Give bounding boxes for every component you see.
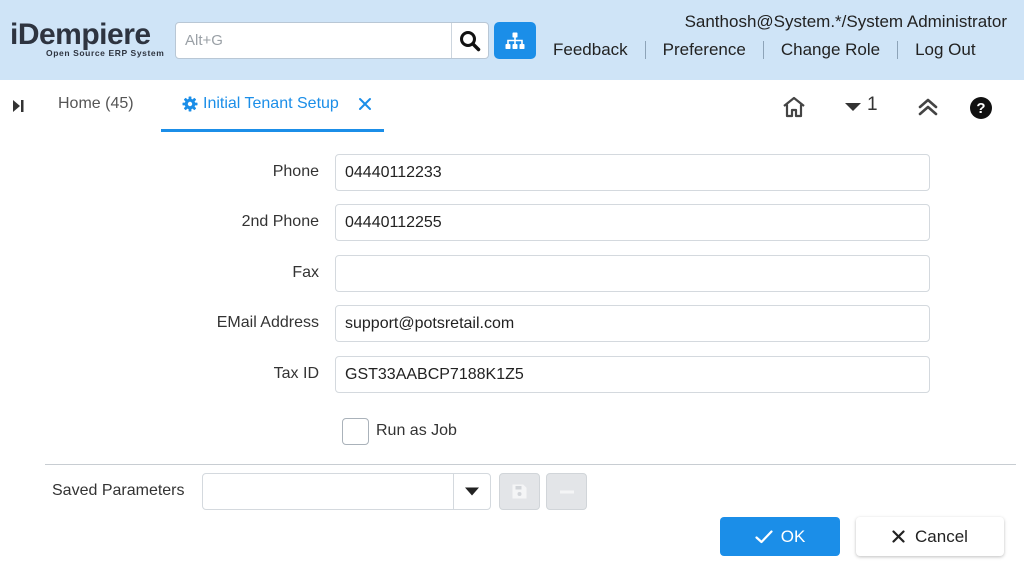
field-label: Tax ID [273, 365, 319, 382]
form-row-email: EMail Address support@potsretail.com [0, 305, 1024, 343]
tree-icon [505, 32, 525, 49]
delete-parameters-button[interactable] [546, 473, 587, 510]
form-row-fax: Fax [0, 255, 1024, 293]
logo-text: iDempiere [10, 18, 151, 51]
tab-label: Initial Tenant Setup [203, 95, 339, 112]
app-header: iDempiere Open Source ERP System Santhos… [0, 0, 1024, 80]
field-label: Phone [272, 163, 319, 180]
saved-parameters-label: Saved Parameters [52, 482, 185, 499]
second-phone-field[interactable]: 04440112255 [335, 204, 930, 241]
home-icon[interactable] [782, 96, 806, 118]
run-as-job-row: Run as Job [342, 417, 457, 445]
help-icon[interactable]: ? [970, 97, 992, 119]
link-separator [897, 41, 899, 59]
phone-field[interactable]: 04440112233 [335, 154, 930, 191]
user-role-label[interactable]: Santhosh@System.*/System Administrator [685, 12, 1007, 32]
field-label: EMail Address [216, 314, 319, 331]
field-label: 2nd Phone [241, 213, 319, 230]
search-button[interactable] [451, 23, 488, 58]
close-icon [892, 530, 905, 543]
run-as-job-label[interactable]: Run as Job [376, 422, 457, 440]
tab-initial-tenant-setup[interactable]: Initial Tenant Setup [161, 80, 384, 132]
logout-link[interactable]: Log Out [906, 40, 985, 60]
idempiere-logo[interactable]: iDempiere Open Source ERP System [10, 18, 170, 59]
close-icon[interactable] [358, 97, 372, 111]
link-separator [762, 41, 764, 59]
run-as-job-checkbox[interactable] [342, 417, 369, 445]
feedback-link[interactable]: Feedback [544, 40, 637, 60]
search-icon [460, 30, 481, 51]
saved-parameters-dropdown-button[interactable] [453, 474, 490, 509]
saved-parameters-select[interactable] [202, 473, 491, 510]
form-row-phone: Phone 04440112233 [0, 154, 1024, 192]
form-row-2nd-phone: 2nd Phone 04440112255 [0, 204, 1024, 242]
cancel-label: Cancel [915, 526, 968, 546]
global-search-box [175, 22, 489, 59]
check-icon [755, 529, 773, 543]
chevron-down-icon[interactable] [845, 102, 861, 112]
save-parameters-button[interactable] [499, 473, 540, 510]
tab-bar: Home (45) Initial Tenant Setup 1 ? [0, 80, 1024, 132]
collapse-icon[interactable] [10, 98, 26, 114]
menu-tree-button[interactable] [494, 22, 536, 59]
field-label: Fax [292, 264, 319, 281]
cancel-button[interactable]: Cancel [856, 517, 1004, 556]
form-row-tax-id: Tax ID GST33AABCP7188K1Z5 [0, 356, 1024, 394]
tab-home[interactable]: Home (45) [58, 95, 134, 113]
link-separator [644, 41, 646, 59]
minus-icon [559, 490, 574, 493]
tax-id-field[interactable]: GST33AABCP7188K1Z5 [335, 356, 930, 393]
ok-button[interactable]: OK [720, 517, 840, 556]
double-chevron-up-icon[interactable] [917, 96, 939, 118]
gear-icon [182, 96, 198, 112]
email-field[interactable]: support@potsretail.com [335, 305, 930, 342]
save-icon [512, 484, 527, 499]
preference-link[interactable]: Preference [654, 40, 755, 60]
chevron-down-icon [465, 487, 479, 496]
global-search-input[interactable] [176, 23, 452, 58]
logo-tagline: Open Source ERP System [46, 48, 165, 58]
ok-label: OK [780, 526, 806, 546]
header-links: Feedback Preference Change Role Log Out [544, 38, 985, 62]
fax-field[interactable] [335, 255, 930, 292]
divider [45, 464, 1016, 465]
window-count[interactable]: 1 [867, 94, 878, 116]
change-role-link[interactable]: Change Role [772, 40, 889, 60]
